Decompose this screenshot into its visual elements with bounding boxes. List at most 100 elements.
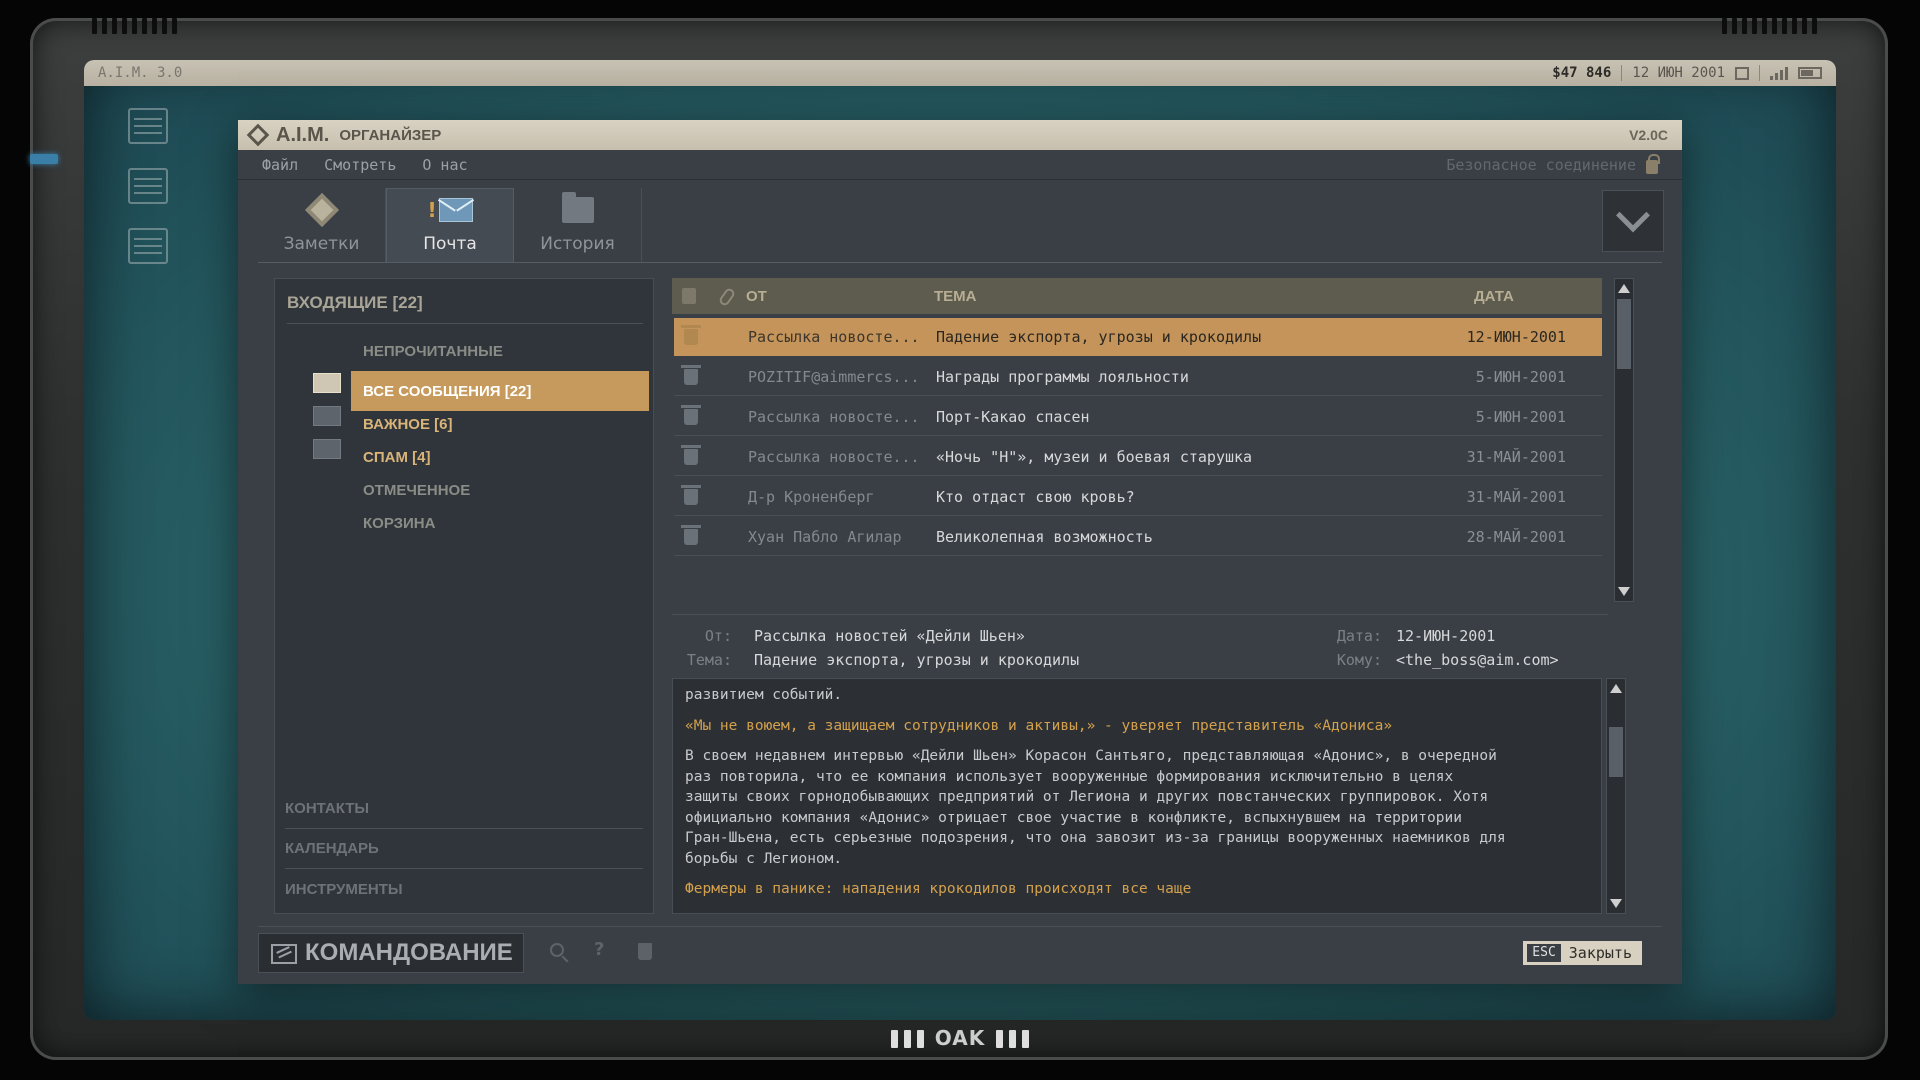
command-button[interactable]: КОМАНДОВАНИЕ	[258, 933, 524, 973]
mail-from: Д-р Кроненберг	[748, 487, 875, 506]
mail-row[interactable]: Рассылка новосте... Падение экспорта, уг…	[674, 318, 1602, 356]
menu-about[interactable]: О нас	[422, 156, 467, 174]
mail-date: 5-ИЮН-2001	[1475, 367, 1566, 386]
to-label: Кому:	[1336, 651, 1382, 669]
mail-date: 31-МАЙ-2001	[1466, 487, 1566, 506]
col-from[interactable]: ОТ	[746, 288, 767, 305]
power-led	[30, 154, 58, 164]
chevron-down-icon	[1616, 198, 1650, 233]
folder-panel: ВХОДЯЩИЕ [22] НЕПРОЧИТАННЫЕ ВСЕ СООБЩЕНИ…	[274, 278, 654, 914]
col-subject[interactable]: ТЕМА	[934, 288, 977, 305]
diamond-icon	[304, 193, 339, 227]
menu-file[interactable]: Файл	[262, 156, 298, 174]
close-label: Закрыть	[1568, 944, 1632, 962]
mail-row[interactable]: POZITIF@aimmercs... Награды программы ло…	[674, 358, 1602, 396]
envelope-icon	[313, 406, 341, 426]
mail-list-scrollbar[interactable]	[1614, 278, 1634, 602]
bezel-vent-right	[1722, 18, 1817, 34]
section-tools[interactable]: ИНСТРУМЕНТЫ	[285, 869, 643, 909]
mail-subject: Кто отдаст свою кровь?	[936, 487, 1135, 506]
mail-icon	[438, 198, 473, 222]
aim-logo-icon	[246, 123, 270, 147]
body-paragraph-line: борьбы с Легионом.	[685, 850, 843, 867]
tab-mail[interactable]: ! Почта	[386, 188, 514, 262]
os-top-bar: A.I.M. 3.0 $47 846 12 ИЮН 2001	[84, 60, 1836, 86]
tab-mail-label: Почта	[423, 234, 477, 254]
section-calendar[interactable]: КАЛЕНДАРЬ	[285, 829, 643, 869]
mail-from: POZITIF@aimmercs...	[748, 367, 920, 386]
mail-row[interactable]: Рассылка новосте... Порт-Какао спасен 5-…	[674, 398, 1602, 436]
trash-icon[interactable]	[681, 364, 701, 385]
envelope-icon	[313, 373, 341, 393]
body-paragraph-line: Гран-Шьена, есть серьезные подозрения, ч…	[685, 830, 1506, 846]
scroll-down-icon[interactable]	[1618, 587, 1630, 596]
trash-icon[interactable]	[681, 444, 701, 465]
message-header: От: Рассылка новостей «Дейли Шьен» Тема:…	[672, 614, 1608, 676]
close-button[interactable]: ESC Закрыть	[1523, 941, 1642, 965]
message-subject: Падение экспорта, угрозы и крокодилы	[754, 651, 1080, 669]
command-label: КОМАНДОВАНИЕ	[305, 939, 513, 966]
message-to: <the_boss@aim.com>	[1396, 651, 1559, 669]
inbox-title[interactable]: ВХОДЯЩИЕ [22]	[287, 293, 423, 313]
window-title: A.I.M.	[276, 123, 330, 146]
message-scrollbar[interactable]	[1606, 678, 1626, 914]
mail-subject: Великолепная возможность	[936, 527, 1153, 546]
body-paragraph-line: В своем недавнем интервью «Дейли Шьен» К…	[685, 748, 1497, 764]
search-icon[interactable]	[550, 943, 564, 957]
body-quote: «Мы не воюем, а защищаем сотрудников и а…	[685, 717, 1393, 734]
trash-header-icon	[682, 288, 696, 304]
battery-icon	[1798, 67, 1822, 79]
scroll-thumb[interactable]	[1617, 299, 1631, 369]
collapse-button[interactable]	[1602, 190, 1664, 252]
delete-icon[interactable]	[638, 943, 652, 960]
body-paragraph: В своем недавнем интервью «Дейли Шьен» К…	[685, 746, 1575, 869]
mail-row[interactable]: Д-р Кроненберг Кто отдаст свою кровь? 31…	[674, 478, 1602, 516]
trash-icon[interactable]	[681, 325, 701, 345]
files-desktop-icon[interactable]	[128, 168, 168, 204]
col-date[interactable]: ДАТА	[1474, 288, 1514, 305]
secure-connection: Безопасное соединение	[1446, 153, 1660, 174]
trash-icon[interactable]	[681, 484, 701, 505]
tab-notes-label: Заметки	[283, 234, 360, 254]
scroll-thumb[interactable]	[1609, 727, 1623, 777]
subject-label: Тема:	[686, 651, 732, 669]
mail-list-header: ОТ ТЕМА ДАТА	[672, 278, 1602, 314]
brand-label: OAK	[934, 1026, 986, 1050]
laptop-icon	[271, 944, 297, 964]
body-paragraph-line: раз повторила, что ее компания используе…	[685, 768, 1454, 785]
mail-subject: Порт-Какао спасен	[936, 407, 1090, 426]
balance: $47 846	[1552, 65, 1612, 81]
os-title: A.I.M. 3.0	[98, 65, 183, 81]
tab-notes[interactable]: Заметки	[258, 188, 386, 262]
mail-subject: Награды программы лояльности	[936, 367, 1189, 386]
scroll-down-icon[interactable]	[1610, 899, 1622, 908]
esc-key: ESC	[1527, 944, 1561, 962]
trash-icon[interactable]	[681, 524, 701, 545]
mail-row[interactable]: Хуан Пабло Агилар Великолепная возможнос…	[674, 518, 1602, 556]
body-headline: Фермеры в панике: нападения крокодилов п…	[685, 881, 1192, 897]
calendar-desktop-icon[interactable]	[128, 228, 168, 264]
scroll-up-icon[interactable]	[1610, 684, 1622, 693]
menu-bar: Файл Смотреть О нас Безопасное соединени…	[238, 150, 1682, 180]
tab-history[interactable]: История	[514, 188, 642, 262]
paperclip-icon	[717, 286, 737, 308]
help-icon[interactable]: ?	[594, 939, 612, 960]
bezel-vent-left	[92, 18, 177, 34]
menu-view[interactable]: Смотреть	[324, 156, 396, 174]
mail-date: 5-ИЮН-2001	[1475, 407, 1566, 426]
folder-trash[interactable]: КОРЗИНА	[351, 503, 649, 543]
message-from: Рассылка новостей «Дейли Шьен»	[754, 627, 1025, 645]
envelope-icon	[313, 439, 341, 459]
window-subtitle: ОРГАНАЙЗЕР	[339, 126, 442, 144]
mail-date: 31-МАЙ-2001	[1466, 447, 1566, 466]
folder-unread[interactable]: НЕПРОЧИТАННЫЕ	[351, 331, 649, 371]
section-contacts[interactable]: КОНТАКТЫ	[285, 789, 643, 829]
mail-row[interactable]: Рассылка новосте... «Ночь "Н"», музеи и …	[674, 438, 1602, 476]
from-label: От:	[704, 627, 732, 645]
scroll-up-icon[interactable]	[1618, 284, 1630, 293]
trash-icon[interactable]	[681, 404, 701, 425]
window-version: V2.0C	[1629, 127, 1668, 143]
mail-from: Хуан Пабло Агилар	[748, 527, 902, 546]
calculator-desktop-icon[interactable]	[128, 108, 168, 144]
calendar-icon[interactable]	[1735, 66, 1749, 80]
